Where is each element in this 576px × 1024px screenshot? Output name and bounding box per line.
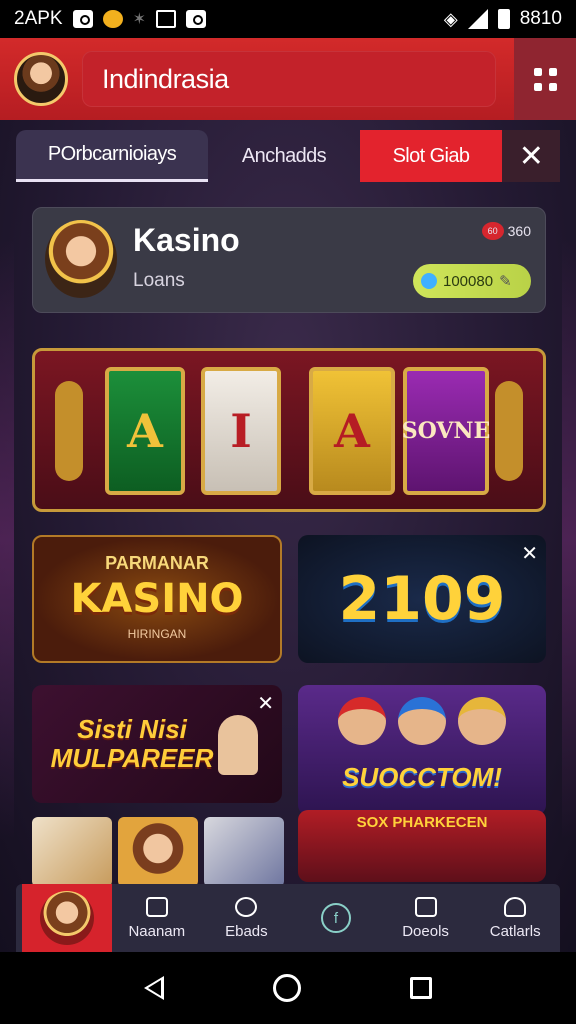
battery-icon <box>497 9 510 29</box>
profile-name: Kasino <box>133 222 240 258</box>
grid-dots-icon <box>533 67 557 91</box>
menu-button[interactable] <box>514 38 576 120</box>
close-icon[interactable]: ✕ <box>257 691 274 716</box>
back-icon[interactable] <box>144 976 165 1000</box>
cards-tile[interactable] <box>32 817 112 887</box>
profile-avatar <box>45 220 117 298</box>
multiplayer-game-tile[interactable]: Sisti Nisi MULPAREER ✕ <box>32 685 282 803</box>
nav-catlarls[interactable]: Catlarls <box>470 884 560 952</box>
reel-3: A <box>309 367 395 495</box>
coin-icon <box>421 273 437 289</box>
carrier-label: 2APK <box>14 8 63 29</box>
kasino-tile-bottom: HIRINGAN <box>127 627 187 641</box>
kasino-game-tile[interactable]: PARMANAR KASINO HIRINGAN <box>32 535 282 663</box>
success-game-tile[interactable]: SUOCCTOM! <box>298 685 546 815</box>
balance-pill[interactable]: 100080 ✎ <box>413 264 531 298</box>
camera-icon <box>72 10 93 28</box>
slot-machine-banner[interactable]: A I A SOVNE <box>32 348 546 512</box>
nav-ebads[interactable]: Ebads <box>202 884 292 952</box>
home-icon <box>145 896 168 917</box>
robot-tile[interactable] <box>204 817 284 887</box>
app-title: Indindrasia <box>82 51 496 107</box>
gift-icon <box>235 896 258 917</box>
nav-profile[interactable] <box>22 884 112 952</box>
reel-2: I <box>201 367 281 495</box>
reel-1: A <box>105 367 185 495</box>
tab-slot-giab[interactable]: Slot Giab <box>360 130 502 182</box>
info-circle-icon: f <box>320 903 351 933</box>
feature-tile-title: SOX PHARKECEN <box>356 814 488 831</box>
clock-label: 8810 <box>519 8 562 29</box>
coin-icon <box>102 10 123 28</box>
reel-4: SOVNE <box>402 367 490 495</box>
wifi-icon: ◈ <box>443 8 458 29</box>
profile-subtitle: Loans <box>133 270 185 291</box>
home-circle-icon[interactable] <box>272 974 301 1002</box>
image-icon <box>156 10 176 28</box>
close-icon[interactable]: ✕ <box>521 541 538 566</box>
character-heads <box>338 697 506 747</box>
wallet-icon <box>414 896 437 917</box>
left-glow <box>0 240 14 840</box>
status-bar: 2APK ✶ ◈ 8810 <box>0 0 576 38</box>
recents-icon[interactable] <box>409 977 432 999</box>
notification-badge[interactable]: 60 360 <box>481 222 531 240</box>
tab-porbcarnioiays[interactable]: POrbcarnioiays <box>16 130 208 182</box>
bluetooth-icon: ✶ <box>132 11 146 28</box>
right-glow <box>562 240 576 840</box>
nav-label: Ebads <box>225 922 268 940</box>
character-figure <box>218 715 258 775</box>
feature-game-tile[interactable]: SOX PHARKECEN <box>298 810 546 882</box>
user-icon <box>504 896 527 917</box>
slot-left-ornament <box>55 381 83 481</box>
profile-card[interactable]: Kasino Loans 60 360 100080 ✎ <box>32 207 546 313</box>
close-tabs-button[interactable]: ✕ <box>502 130 560 182</box>
success-tile-title: SUOCCTOM! <box>342 762 502 792</box>
nav-naanam[interactable]: Naanam <box>112 884 202 952</box>
number-game-tile[interactable]: 2109 ✕ <box>298 535 546 663</box>
number-tile-value: 2109 <box>338 564 506 634</box>
main-content: POrbcarnioiays Anchadds Slot Giab ✕ Kasi… <box>0 120 576 952</box>
nav-label: Doeols <box>402 922 449 940</box>
kasino-tile-title: KASINO <box>70 576 244 622</box>
multiplayer-tile-title: Sisti Nisi MULPAREER <box>51 715 214 772</box>
slot-right-ornament <box>495 381 523 481</box>
bottom-navigation: Naanam Ebads f Doeols Catlarls <box>16 884 560 952</box>
avatar[interactable] <box>14 52 68 106</box>
badge-count: 360 <box>507 223 531 239</box>
balance-value: 100080 <box>443 272 494 290</box>
badge-icon: 60 <box>481 222 504 240</box>
signal-icon <box>467 9 488 29</box>
nav-doeols[interactable]: Doeols <box>381 884 471 952</box>
tab-anchadds[interactable]: Anchadds <box>208 130 360 182</box>
multiplayer-line1: Sisti Nisi <box>77 714 187 745</box>
system-nav-bar <box>0 952 576 1024</box>
nav-info[interactable]: f <box>291 884 381 952</box>
photo-icon <box>186 10 206 28</box>
character-tile[interactable] <box>118 817 198 887</box>
tab-bar: POrbcarnioiays Anchadds Slot Giab ✕ <box>16 130 560 182</box>
edit-icon: ✎ <box>499 273 512 290</box>
kasino-tile-top: PARMANAR <box>105 553 209 573</box>
nav-label: Naanam <box>128 922 186 940</box>
app-header: Indindrasia <box>0 38 576 120</box>
multiplayer-line2: MULPAREER <box>50 743 214 773</box>
avatar <box>40 891 94 945</box>
nav-label: Catlarls <box>489 922 541 940</box>
